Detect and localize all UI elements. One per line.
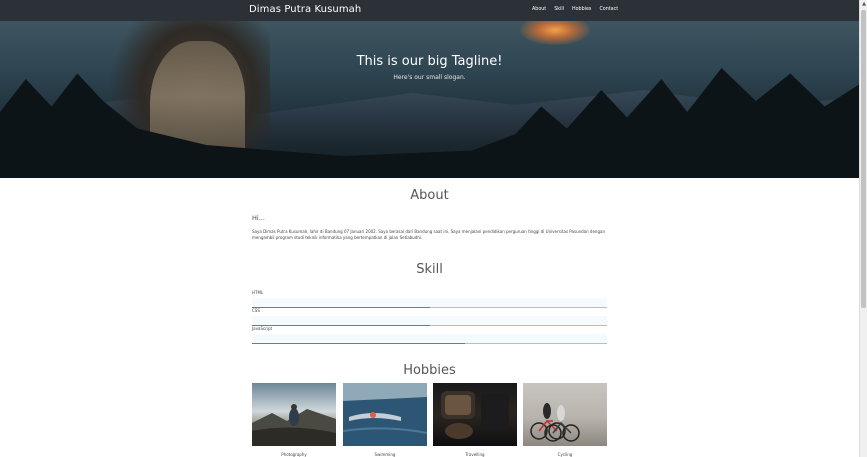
nav-links: About Skill Hobbies Contact bbox=[532, 7, 618, 12]
photography-scene-icon bbox=[252, 404, 336, 446]
skill-html: HTML bbox=[252, 290, 607, 308]
nav-link-about[interactable]: About bbox=[532, 7, 546, 12]
skill-fill bbox=[252, 342, 465, 344]
scrollbar-thumb[interactable] bbox=[861, 10, 866, 308]
swimming-photo bbox=[343, 383, 427, 446]
hobby-caption: Travelling bbox=[465, 452, 485, 457]
nav-link-contact[interactable]: Contact bbox=[599, 7, 618, 12]
skill-label: CSS bbox=[252, 308, 260, 313]
skill-css: CSS bbox=[252, 308, 607, 326]
skill-heading: Skill bbox=[416, 262, 443, 277]
nav-link-hobbies[interactable]: Hobbies bbox=[572, 7, 591, 12]
hobby-caption: Cycling bbox=[557, 452, 573, 457]
nav-link-skill[interactable]: Skill bbox=[554, 7, 564, 12]
about-heading: About bbox=[410, 188, 449, 203]
hero-banner: This is our big Tagline! Here's our smal… bbox=[0, 21, 859, 178]
skill-progress-bar bbox=[252, 334, 607, 344]
hero-slogan: Here's our small slogan. bbox=[393, 74, 466, 81]
travelling-photo bbox=[433, 383, 517, 446]
skill-progress-bar bbox=[252, 316, 607, 326]
skill-label: HTML bbox=[252, 290, 264, 295]
hobby-card-swimming[interactable]: Swimming bbox=[343, 383, 427, 457]
hobby-card-cycling[interactable]: Cycling bbox=[523, 383, 607, 457]
swimming-scene-icon bbox=[343, 383, 427, 446]
hobbies-heading: Hobbies bbox=[403, 363, 456, 378]
skill-progress-bar bbox=[252, 298, 607, 308]
hobby-card-travelling[interactable]: Travelling bbox=[433, 383, 517, 457]
hobby-caption: Photography bbox=[281, 452, 307, 457]
travelling-scene-icon bbox=[441, 391, 509, 439]
hobby-caption: Swimming bbox=[374, 452, 396, 457]
photography-photo bbox=[252, 383, 336, 446]
about-paragraph: Saya Dimas Putra Kusumah, lahir di Bandu… bbox=[252, 229, 605, 241]
cycling-scene-icon bbox=[530, 403, 580, 442]
cycling-photo bbox=[523, 383, 607, 446]
scroll-up-arrow-icon[interactable]: ▲ bbox=[861, 1, 867, 7]
page-scrollbar[interactable]: ▲ bbox=[859, 0, 867, 457]
hero-sunset bbox=[520, 21, 590, 45]
brand-name[interactable]: Dimas Putra Kusumah bbox=[249, 4, 361, 15]
skill-javascript: JavaScript bbox=[252, 326, 607, 344]
hero-tagline: This is our big Tagline! bbox=[356, 54, 503, 69]
skill-label: JavaScript bbox=[252, 326, 273, 331]
hobby-card-photography[interactable]: Photography bbox=[252, 383, 336, 457]
about-greeting: Hi... bbox=[252, 214, 265, 222]
top-navbar: Dimas Putra Kusumah About Skill Hobbies … bbox=[0, 0, 859, 21]
